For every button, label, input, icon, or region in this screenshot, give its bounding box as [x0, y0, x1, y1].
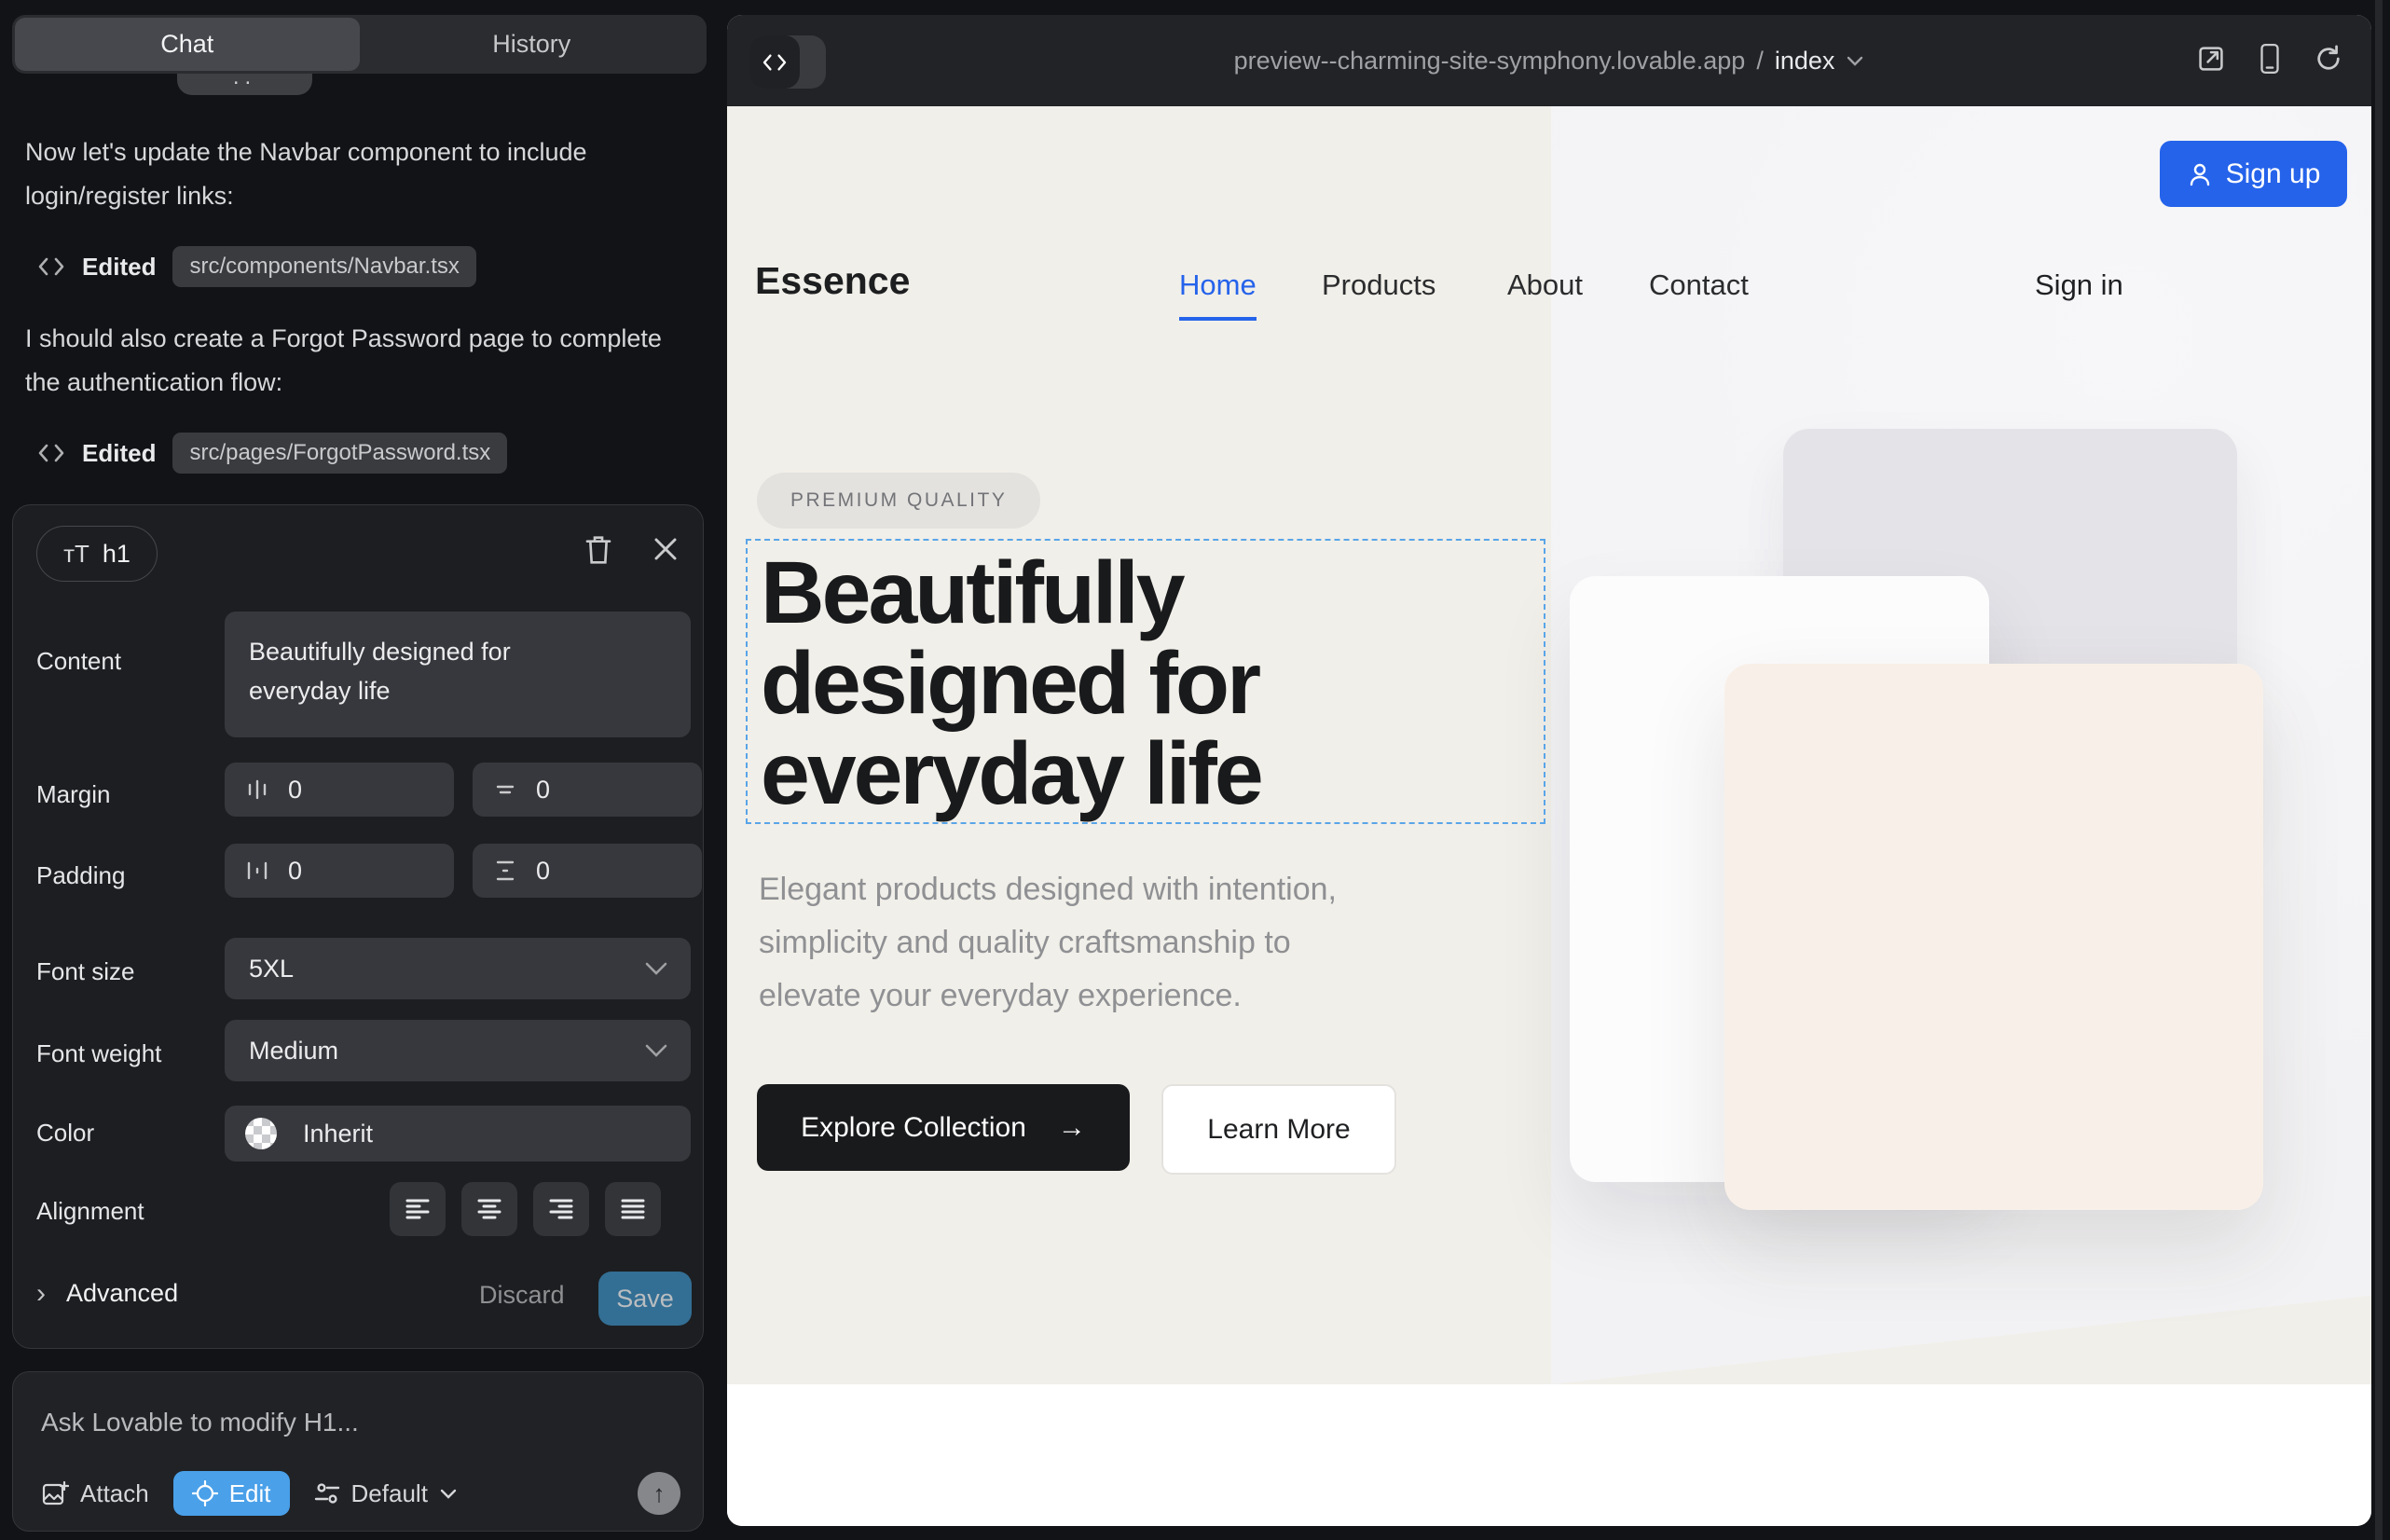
- explore-collection-button[interactable]: Explore Collection →: [757, 1084, 1130, 1171]
- nav-products[interactable]: Products: [1322, 268, 1435, 302]
- open-external-button[interactable]: [2196, 44, 2226, 78]
- font-size-label: Font size: [36, 957, 135, 986]
- discard-button[interactable]: Discard: [479, 1281, 565, 1310]
- chat-composer: Ask Lovable to modify H1... Attach Edit …: [12, 1371, 704, 1532]
- nav-home[interactable]: Home: [1179, 268, 1257, 321]
- code-icon: [37, 442, 65, 464]
- site-brand[interactable]: Essence: [755, 259, 910, 303]
- align-justify-button[interactable]: [605, 1182, 661, 1236]
- composer-input[interactable]: Ask Lovable to modify H1...: [41, 1408, 359, 1437]
- align-center-icon: [475, 1196, 503, 1222]
- premium-badge: PREMIUM QUALITY: [757, 473, 1040, 529]
- align-left-button[interactable]: [390, 1182, 446, 1236]
- delete-element-button[interactable]: [584, 533, 613, 567]
- color-swatch-transparent: [245, 1118, 277, 1149]
- mode-select[interactable]: Default: [314, 1479, 458, 1508]
- preview-toolbar: preview--charming-site-symphony.lovable.…: [727, 15, 2371, 106]
- selected-element-pill[interactable]: тT h1: [36, 526, 158, 582]
- edited-file-row: Edited src/pages/ForgotPassword.tsx: [37, 431, 507, 475]
- decor-card-peach: [1724, 664, 2263, 1210]
- attach-button[interactable]: Attach: [41, 1479, 149, 1508]
- padding-label: Padding: [36, 861, 125, 890]
- color-picker-field[interactable]: Inherit: [225, 1106, 691, 1162]
- preview-pane: preview--charming-site-symphony.lovable.…: [727, 15, 2371, 1526]
- url-bar[interactable]: preview--charming-site-symphony.lovable.…: [727, 15, 2371, 106]
- sign-in-link[interactable]: Sign in: [2035, 268, 2123, 302]
- edited-label: Edited: [82, 439, 156, 468]
- align-left-icon: [404, 1196, 432, 1222]
- margin-vertical-icon: [493, 777, 517, 802]
- font-weight-label: Font weight: [36, 1039, 161, 1068]
- margin-label: Margin: [36, 780, 110, 809]
- text-type-icon: тT: [63, 540, 89, 569]
- padding-horizontal-icon: [245, 859, 269, 883]
- margin-y-input[interactable]: 0: [473, 763, 702, 817]
- font-size-select[interactable]: 5XL: [225, 938, 691, 999]
- padding-x-input[interactable]: 0: [225, 844, 454, 898]
- sliders-icon: [314, 1480, 340, 1506]
- edited-file-row: Edited src/components/Navbar.tsx: [37, 244, 476, 289]
- margin-horizontal-icon: [245, 777, 269, 802]
- align-right-icon: [547, 1196, 575, 1222]
- file-chip[interactable]: src/pages/ForgotPassword.tsx: [172, 433, 507, 474]
- chat-history-tabbar: Chat History: [12, 15, 707, 74]
- code-icon: [37, 255, 65, 278]
- close-icon[interactable]: [652, 535, 680, 563]
- color-label: Color: [36, 1119, 94, 1148]
- save-button[interactable]: Save: [598, 1272, 692, 1326]
- hero-heading[interactable]: Beautifully designed for everyday life: [761, 548, 1261, 819]
- tab-chat[interactable]: Chat: [15, 18, 360, 71]
- align-right-button[interactable]: [533, 1182, 589, 1236]
- refresh-button[interactable]: [2314, 44, 2343, 78]
- crosshair-icon: [192, 1480, 218, 1506]
- chevron-right-icon: ›: [36, 1282, 46, 1306]
- element-tag: h1: [103, 540, 130, 569]
- send-button[interactable]: ↑: [638, 1472, 680, 1515]
- padding-vertical-icon: [493, 859, 517, 883]
- content-label: Content: [36, 647, 121, 676]
- url-host: preview--charming-site-symphony.lovable.…: [1234, 47, 1746, 76]
- margin-x-input[interactable]: 0: [225, 763, 454, 817]
- chevron-down-icon: [1846, 55, 1864, 67]
- advanced-toggle[interactable]: › Advanced: [36, 1279, 178, 1308]
- alignment-label: Alignment: [36, 1197, 144, 1226]
- arrow-right-icon: →: [1058, 1112, 1086, 1144]
- nav-contact[interactable]: Contact: [1649, 268, 1749, 302]
- learn-more-button[interactable]: Learn More: [1161, 1084, 1396, 1175]
- align-center-button[interactable]: [461, 1182, 517, 1236]
- tab-history[interactable]: History: [360, 18, 705, 71]
- site-preview: Essence Home Products About Contact Sign…: [727, 106, 2371, 1526]
- edit-mode-button[interactable]: Edit: [173, 1471, 290, 1516]
- url-page: index: [1775, 47, 1835, 76]
- arrow-up-icon: ↑: [653, 1479, 666, 1508]
- chat-message: Now let's update the Navbar component to…: [25, 131, 670, 218]
- padding-y-input[interactable]: 0: [473, 844, 702, 898]
- chevron-down-icon: [439, 1488, 458, 1500]
- font-weight-select[interactable]: Medium: [225, 1020, 691, 1081]
- edited-label: Edited: [82, 253, 156, 282]
- chevron-down-icon: [644, 1043, 668, 1058]
- nav-about[interactable]: About: [1507, 268, 1583, 302]
- hero-paragraph: Elegant products designed with intention…: [759, 863, 1337, 1023]
- mobile-view-button[interactable]: [2258, 43, 2282, 79]
- chat-message: I should also create a Forgot Password p…: [25, 317, 670, 405]
- file-chip[interactable]: src/components/Navbar.tsx: [172, 246, 475, 287]
- window-scrollbar[interactable]: [2375, 0, 2383, 1540]
- attach-image-icon: [41, 1479, 69, 1507]
- align-justify-icon: [619, 1196, 647, 1222]
- user-icon: [2187, 161, 2213, 187]
- chevron-down-icon: [644, 961, 668, 976]
- sign-up-button[interactable]: Sign up: [2160, 141, 2347, 207]
- url-separator: /: [1756, 47, 1764, 76]
- element-editor-panel: тT h1 Content Beautifully designed for e…: [12, 504, 704, 1349]
- content-input[interactable]: Beautifully designed for everyday life: [225, 612, 691, 737]
